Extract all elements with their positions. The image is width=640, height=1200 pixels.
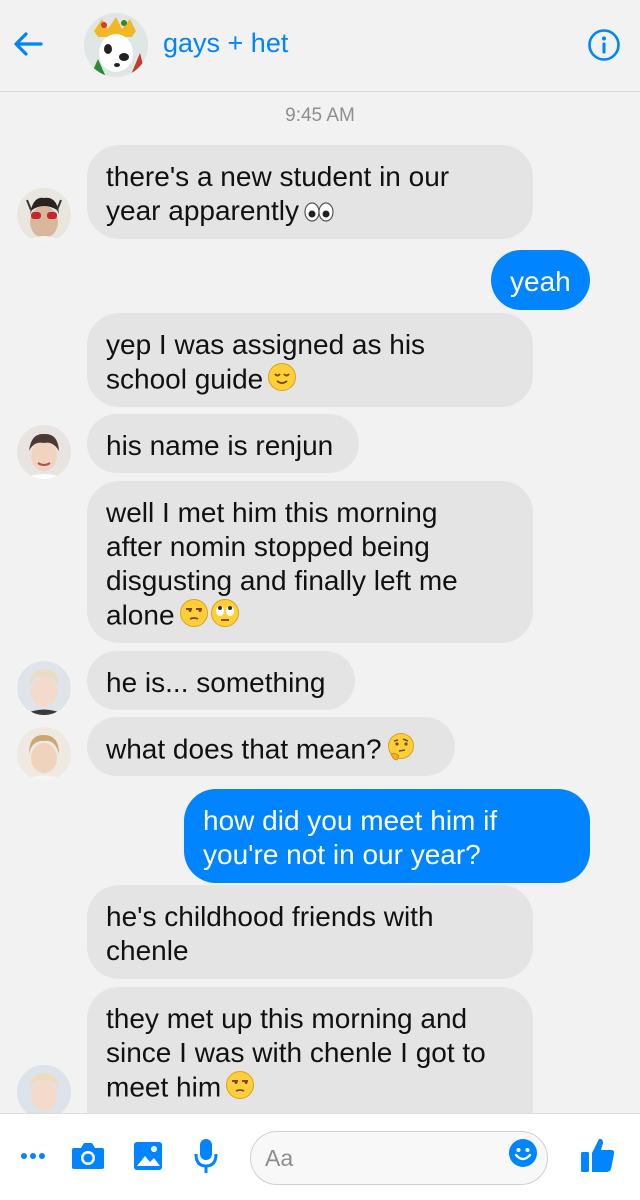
message-text: they met up this morning and since I was… (106, 1003, 486, 1103)
message-bubble: there's a new student in our year appare… (87, 145, 533, 239)
back-button[interactable] (8, 22, 48, 66)
more-button[interactable] (20, 1148, 46, 1166)
like-button[interactable] (580, 1136, 616, 1179)
sender-avatar[interactable] (17, 727, 71, 781)
sender-avatar[interactable] (17, 425, 71, 479)
microphone-button[interactable] (194, 1138, 218, 1179)
message-bubble: he is... something (87, 651, 355, 710)
info-button[interactable] (587, 28, 623, 64)
camera-button[interactable] (71, 1140, 105, 1175)
group-avatar[interactable] (84, 13, 148, 77)
message-bubble: his name is renjun (87, 414, 359, 473)
message-bubble: what does that mean? (87, 717, 455, 776)
chat-title[interactable]: gays + het (163, 28, 288, 59)
emoji-button[interactable] (508, 1138, 538, 1168)
eyes-emoji-icon (303, 196, 335, 230)
more-icon (21, 1153, 45, 1159)
camera-icon (72, 1143, 104, 1169)
message-bubble: yeah (491, 250, 590, 310)
message-text: well I met him this morning after nomin … (106, 497, 458, 631)
sender-avatar[interactable] (17, 661, 71, 715)
unamused-emoji-icon (225, 1070, 255, 1108)
composer-bar: Aa (0, 1113, 640, 1200)
back-arrow-icon (14, 32, 43, 56)
gallery-icon (134, 1142, 162, 1170)
unamused-emoji-icon (179, 598, 209, 636)
info-icon (588, 29, 620, 61)
message-input[interactable]: Aa (250, 1131, 548, 1185)
message-text: what does that mean? (106, 733, 382, 765)
message-text: there's a new student in our year appare… (106, 161, 450, 226)
thinking-emoji-icon (386, 732, 416, 770)
message-bubble: yep I was assigned as his school guide (87, 313, 533, 407)
sender-avatar[interactable] (17, 1065, 71, 1119)
message-bubble: how did you meet him if you're not in ou… (184, 789, 590, 883)
message-text: yep I was assigned as his school guide (106, 329, 426, 395)
emoji-icon (509, 1139, 537, 1167)
relieved-emoji-icon (267, 362, 297, 400)
sender-avatar[interactable] (17, 188, 71, 242)
timestamp: 9:45 AM (285, 105, 355, 126)
microphone-icon (194, 1139, 218, 1173)
rolling-eyes-emoji-icon (210, 598, 240, 636)
chat-header: gays + het (0, 0, 640, 92)
message-bubble: he's childhood friends with chenle (87, 885, 533, 979)
message-input-placeholder: Aa (265, 1144, 294, 1171)
thumbs-up-icon (581, 1138, 615, 1172)
gallery-button[interactable] (133, 1141, 163, 1176)
message-bubble: they met up this morning and since I was… (87, 987, 533, 1113)
message-bubble: well I met him this morning after nomin … (87, 481, 533, 643)
